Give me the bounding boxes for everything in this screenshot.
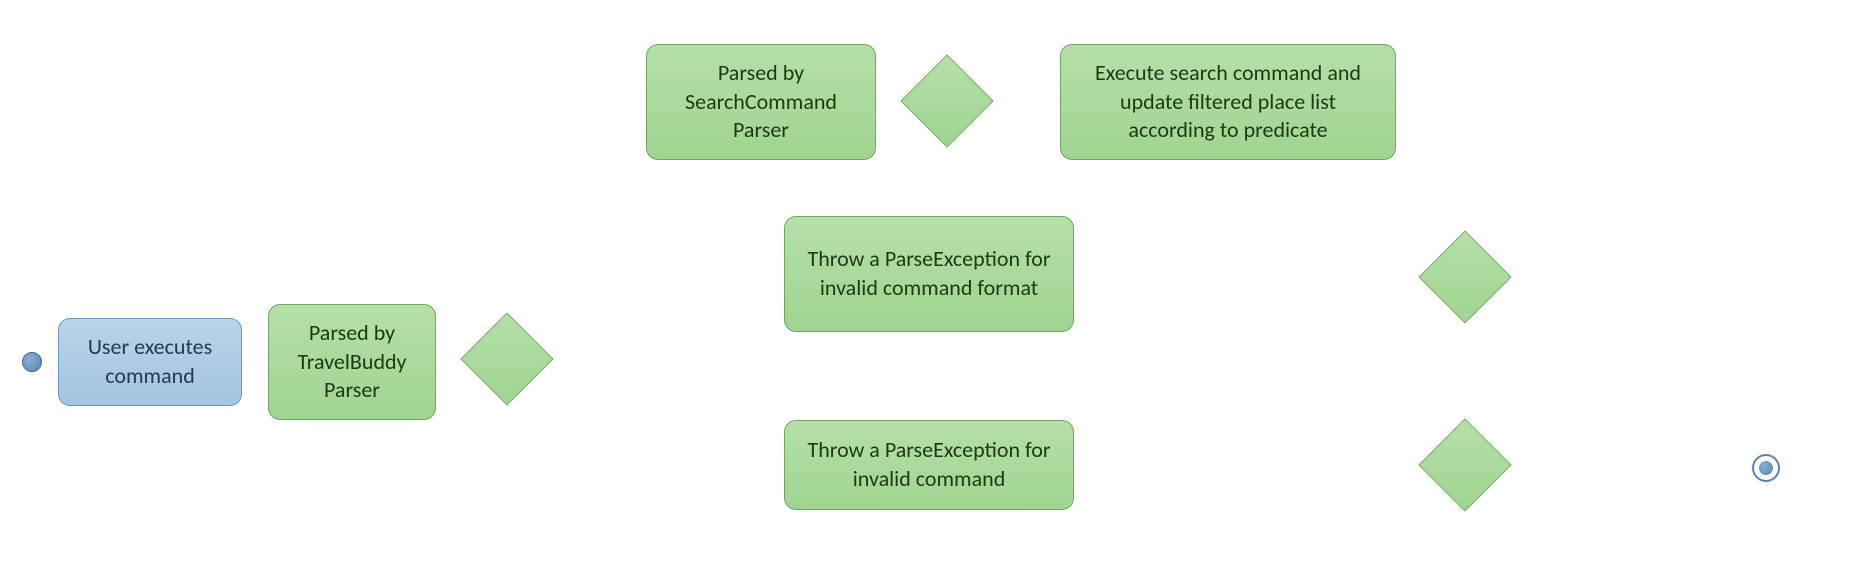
decision-diamond-2: [900, 54, 993, 147]
decision-diamond-1: [460, 312, 553, 405]
node-execute-search: Execute search command and update filter…: [1060, 44, 1396, 160]
decision-diamond-3: [1418, 230, 1511, 323]
node-throw-invalid-format: Throw a ParseException for invalid comma…: [784, 216, 1074, 332]
end-node: [1752, 454, 1780, 482]
node-parsed-travelbuddy: Parsed by TravelBuddy Parser: [268, 304, 436, 420]
decision-diamond-4: [1418, 418, 1511, 511]
node-parsed-searchcommand: Parsed by SearchCommand Parser: [646, 44, 876, 160]
node-label: Parsed by TravelBuddy Parser: [283, 319, 421, 405]
node-throw-invalid-command: Throw a ParseException for invalid comma…: [784, 420, 1074, 510]
start-node: [22, 352, 42, 372]
node-label: Throw a ParseException for invalid comma…: [799, 245, 1059, 302]
node-label: Parsed by SearchCommand Parser: [661, 59, 861, 145]
node-user-executes: User executes command: [58, 318, 242, 406]
node-label: Throw a ParseException for invalid comma…: [799, 436, 1059, 493]
node-label: Execute search command and update filter…: [1075, 59, 1381, 145]
node-label: User executes command: [73, 333, 227, 390]
end-node-inner: [1759, 461, 1773, 475]
